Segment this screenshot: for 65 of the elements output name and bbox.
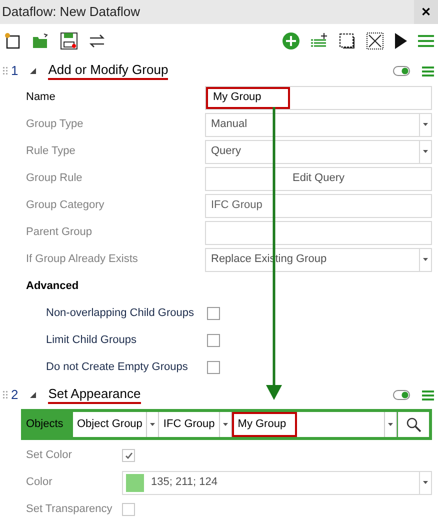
dropdown-caret-icon — [423, 481, 428, 484]
expand-triangle-icon[interactable] — [30, 392, 36, 398]
option-label: Limit Child Groups — [46, 333, 138, 348]
checkbox[interactable] — [207, 334, 220, 347]
dropdown-value: Query — [210, 144, 242, 160]
step-menu-icon[interactable] — [422, 66, 434, 76]
drag-handle-icon[interactable] — [3, 391, 8, 399]
dropdown-caret-icon — [423, 150, 428, 153]
save-icon[interactable] — [60, 32, 78, 50]
search-icon — [406, 416, 422, 432]
close-button[interactable]: ✕ — [414, 0, 438, 24]
field-value: IFC Group — [210, 198, 264, 214]
field-label: Rule Type — [26, 144, 76, 160]
field-label: Group Type — [26, 117, 84, 132]
field-label: Color — [26, 475, 54, 490]
selector-value: Object Group — [76, 417, 144, 432]
step-number: 1 — [11, 62, 18, 80]
step-title[interactable]: Add or Modify Group — [48, 62, 168, 80]
field-value: My Group — [206, 86, 290, 108]
checkbox[interactable] — [207, 307, 220, 320]
field-label: If Group Already Exists — [26, 252, 139, 268]
field-label: Set Transparency — [26, 502, 114, 518]
step-title[interactable]: Set Appearance — [48, 386, 141, 404]
dropdown-caret-icon — [423, 123, 428, 126]
field-label: Set Color — [26, 448, 73, 464]
object-selector[interactable]: Object Group — [73, 412, 160, 437]
option-label: Do not Create Empty Groups — [46, 360, 189, 376]
object-selector[interactable]: My Group — [232, 412, 397, 437]
toggle-switch-icon[interactable] — [393, 66, 410, 76]
add-circle-icon[interactable] — [282, 32, 300, 50]
field-label: Group Rule — [26, 171, 84, 186]
check-icon — [124, 452, 132, 459]
swap-arrows-icon[interactable] — [88, 32, 106, 50]
run-icon[interactable] — [394, 33, 408, 49]
drag-handle-icon[interactable] — [3, 67, 8, 75]
checkbox[interactable] — [207, 361, 220, 374]
add-list-icon[interactable] — [310, 32, 328, 50]
dropdown-caret-icon — [423, 258, 428, 261]
text-field[interactable]: My Group — [205, 86, 432, 110]
object-selector[interactable]: IFC Group — [159, 412, 232, 437]
search-button[interactable] — [398, 412, 429, 437]
objects-label: Objects — [25, 417, 64, 432]
option-label: Non-overlapping Child Groups — [46, 306, 195, 322]
dropdown-caret-icon — [222, 423, 228, 426]
toggle-switch-icon[interactable] — [393, 390, 410, 400]
dropdown-caret-icon — [388, 423, 393, 426]
dropdown-value: Manual — [210, 117, 248, 132]
field-label: Name — [26, 90, 56, 106]
field-label: Group Category — [26, 198, 106, 214]
open-folder-icon[interactable] — [32, 32, 50, 50]
selector-value: IFC Group — [162, 417, 216, 432]
field-label: Parent Group — [26, 225, 94, 240]
selector-value: My Group — [232, 412, 297, 437]
select-box-icon[interactable] — [338, 32, 356, 50]
dropdown-caret-icon — [150, 423, 156, 426]
step-number: 2 — [11, 386, 18, 404]
new-file-icon[interactable] — [4, 32, 22, 50]
window-title: Dataflow: New Dataflow — [2, 3, 141, 22]
menu-icon[interactable] — [418, 34, 434, 48]
expand-triangle-icon[interactable] — [30, 68, 36, 74]
step-menu-icon[interactable] — [422, 390, 434, 400]
section-heading: Advanced — [26, 279, 79, 294]
clear-selection-icon[interactable] — [366, 32, 384, 50]
color-swatch — [126, 474, 144, 492]
color-value: 135; 211; 124 — [150, 475, 218, 490]
